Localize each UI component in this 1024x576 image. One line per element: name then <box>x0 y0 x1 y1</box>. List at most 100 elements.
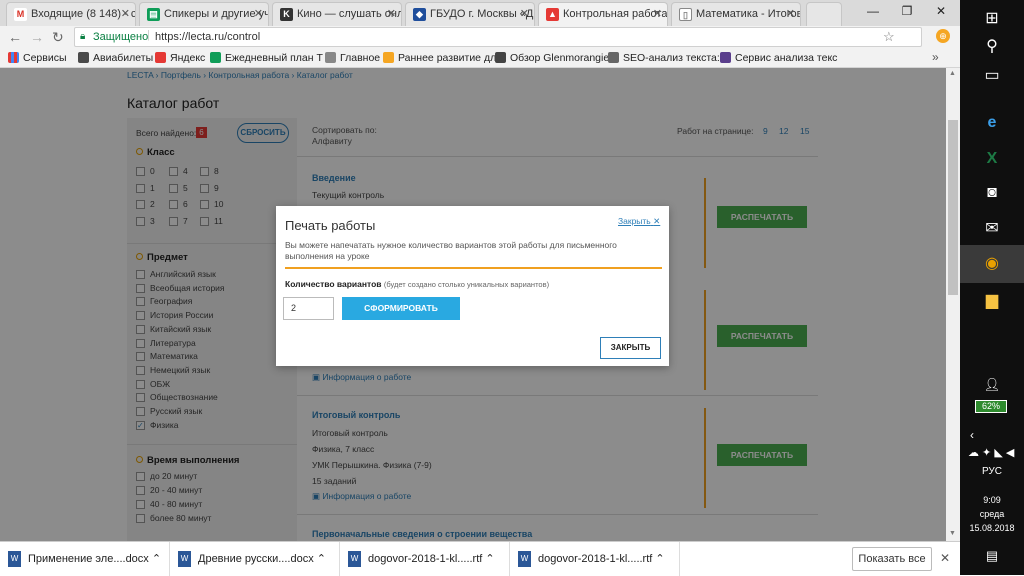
chrome-icon[interactable]: ◉ <box>960 245 1024 283</box>
new-tab-button[interactable] <box>806 2 842 26</box>
chevron-up-icon[interactable]: ⌃ <box>152 553 161 565</box>
chevron-up-icon[interactable]: ⌃ <box>485 553 494 565</box>
people-icon[interactable]: 👤︎ <box>960 366 1024 404</box>
yandex-icon <box>155 52 166 63</box>
seo-icon <box>608 52 619 63</box>
docx-file-icon: W <box>8 551 21 567</box>
reload-icon[interactable]: ↻ <box>52 29 64 46</box>
bookmark-avia[interactable]: Авиабилеты <box>78 51 153 65</box>
close-icon[interactable]: ✕ <box>653 3 662 26</box>
bookmark-glenmorangie[interactable]: Обзор Glenmorangie <box>495 51 609 65</box>
close-icon: ✕ <box>653 216 661 226</box>
forward-icon[interactable]: → <box>30 29 44 45</box>
security-label: Защищено <box>93 31 149 43</box>
battery-indicator[interactable]: 62% <box>975 400 1007 413</box>
b-icon <box>720 52 731 63</box>
bookmarks-bar: Сервисы Авиабилеты Яндекс Ежедневный пла… <box>0 48 960 68</box>
variants-label: Количество вариантов <box>285 279 382 289</box>
gmail-icon: M <box>14 8 27 21</box>
bookmark-seo[interactable]: SEO-анализ текста: г <box>608 51 727 65</box>
variants-input[interactable]: 2 <box>283 297 334 320</box>
excel-icon[interactable]: X <box>960 140 1024 178</box>
file-explorer-icon[interactable]: ▆ <box>960 282 1024 320</box>
download-item[interactable]: W Применение эле....docx ⌃ <box>0 542 170 576</box>
bookmark-daily-plan[interactable]: Ежедневный план Т <box>210 51 323 65</box>
close-icon[interactable]: ✕ <box>940 551 950 565</box>
tab-strip: M Входящие (8 148) - сп ✕ ▤ Спикеры и др… <box>0 0 960 26</box>
bookmark-early-dev[interactable]: Раннее развитие дл <box>383 51 496 65</box>
tray-icons[interactable]: ☁ ✦ ◣ ◀ <box>968 446 1014 459</box>
page-scrollbar[interactable]: ▲ ▼ <box>946 68 960 541</box>
chevron-up-icon[interactable]: ⌃ <box>317 553 326 565</box>
crown-icon <box>383 52 394 63</box>
omnibox[interactable]: 🔒︎ Защищено | https://lecta.ru/control ☆ <box>74 27 922 47</box>
tab-sheets[interactable]: ▤ Спикеры и другие уч ✕ <box>139 2 269 26</box>
tab-title: ГБУДО г. Москвы «Д <box>430 8 534 20</box>
downloads-bar: W Применение эле....docx ⌃ W Древние русск… <box>0 541 960 576</box>
close-icon[interactable]: ✕ <box>121 3 130 26</box>
page-icon: ▯ <box>679 8 692 21</box>
tab-music[interactable]: K Кино — слушать онл ✕ <box>272 2 402 26</box>
page-icon <box>495 52 506 63</box>
scroll-up-icon[interactable]: ▲ <box>949 70 956 77</box>
chevron-up-icon[interactable]: ⌃ <box>655 553 664 565</box>
tab-title: Контрольная работа <box>563 8 668 20</box>
close-icon[interactable]: ✕ <box>254 3 263 26</box>
camera-icon[interactable]: ◙ <box>960 174 1024 212</box>
language-indicator[interactable]: РУС <box>960 466 1024 477</box>
tab-math[interactable]: ▯ Математика - Итогов ✕ <box>671 2 801 26</box>
lock-icon: 🔒︎ <box>80 31 86 42</box>
variants-hint: (будет создано столько уникальных вариан… <box>383 280 550 289</box>
scroll-down-icon[interactable]: ▼ <box>949 530 956 537</box>
clock-time[interactable]: 9:09 <box>960 495 1024 505</box>
modal-description: Вы можете напечатать нужное количество в… <box>285 240 617 261</box>
print-modal: Печать работы Закрыть ✕ Вы можете напеча… <box>276 206 669 366</box>
drive-icon <box>210 52 221 63</box>
sheets-icon: ▤ <box>147 8 160 21</box>
variants-label-row: Количество вариантов (будет создано стол… <box>285 279 549 289</box>
restore-icon[interactable]: ❐ <box>890 0 924 22</box>
page-icon <box>325 52 336 63</box>
generate-button[interactable]: СФОРМИРОВАТЬ <box>342 297 460 320</box>
download-item[interactable]: Wdogovor-2018-1-kl.....rtf ⌃ <box>340 542 510 576</box>
mail-icon[interactable]: ✉ <box>960 210 1024 248</box>
star-icon[interactable]: ☆ <box>883 29 895 45</box>
folder-icon <box>78 52 89 63</box>
close-window-icon[interactable]: ✕ <box>924 0 958 22</box>
tab-gbudo[interactable]: ◆ ГБУДО г. Москвы «Д ✕ <box>405 2 535 26</box>
bookmark-text-analysis[interactable]: Сервис анализа текс <box>720 51 837 65</box>
download-item[interactable]: Wdogovor-2018-1-kl.....rtf ⌃ <box>510 542 680 576</box>
download-item[interactable]: W Древние русски....docx ⌃ <box>170 542 340 576</box>
more-bookmarks-icon[interactable]: » <box>932 50 939 64</box>
docx-file-icon: W <box>178 551 191 567</box>
rtf-file-icon: W <box>348 551 361 567</box>
bookmark-services[interactable]: Сервисы <box>8 51 67 65</box>
extension-icon[interactable]: ⊕ <box>936 29 950 43</box>
music-icon: K <box>280 8 293 21</box>
bookmark-main[interactable]: Главное <box>325 51 380 65</box>
modal-title: Печать работы <box>285 218 376 233</box>
modal-close-link[interactable]: Закрыть ✕ <box>618 216 660 227</box>
clock-date: 15.08.2018 <box>969 523 1015 533</box>
back-icon[interactable]: ← <box>8 29 22 45</box>
minimize-icon[interactable]: — <box>856 0 890 22</box>
task-view-icon[interactable]: ▭ <box>960 57 1024 95</box>
close-icon[interactable]: ✕ <box>786 3 795 26</box>
close-icon[interactable]: ✕ <box>520 3 529 26</box>
windows-taskbar: ⊞ ⚲ ▭ e X ◙ ✉ ◉ ▆ 👤︎ 62% ‹ ☁ ✦ ◣ ◀ РУС 9… <box>960 0 1024 575</box>
show-all-downloads-button[interactable]: Показать все <box>852 547 932 571</box>
tab-gmail[interactable]: M Входящие (8 148) - сп ✕ <box>6 2 136 26</box>
divider: | <box>147 29 150 41</box>
url-text[interactable]: https://lecta.ru/control <box>155 31 260 43</box>
edge-icon[interactable]: e <box>960 104 1024 142</box>
chevron-up-icon[interactable]: ‹ <box>970 428 974 442</box>
modal-accent-line <box>285 267 662 269</box>
scroll-thumb[interactable] <box>948 120 958 295</box>
clock-day: среда <box>979 509 1005 519</box>
tab-control-work[interactable]: ▲ Контрольная работа ✕ <box>538 2 668 26</box>
notifications-icon[interactable]: ▤ <box>960 537 1024 575</box>
lecta-icon: ▲ <box>546 8 559 21</box>
modal-close-button[interactable]: ЗАКРЫТЬ <box>600 337 661 359</box>
close-icon[interactable]: ✕ <box>387 3 396 26</box>
bookmark-yandex[interactable]: Яндекс <box>155 51 205 65</box>
